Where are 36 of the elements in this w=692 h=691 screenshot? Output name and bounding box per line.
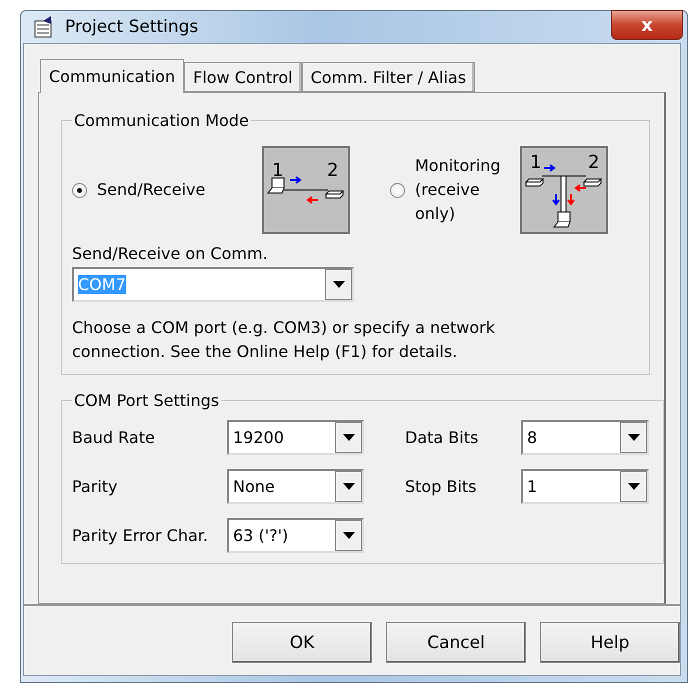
tab[interactable]: Comm. Filter / Alias [302, 62, 476, 92]
setting-dropdown[interactable]: 63 ('?') [227, 518, 364, 553]
dialog-button[interactable]: Help [540, 622, 680, 663]
setting-dropdown[interactable]: None [227, 469, 364, 504]
setting-dropdown[interactable]: 19200 [227, 420, 364, 455]
port-number: 1 [272, 160, 284, 181]
dropdown-arrow-icon [332, 281, 344, 288]
tab[interactable]: Flow Control [184, 62, 302, 92]
radio-label: Send/Receive [97, 179, 206, 201]
port-number: 2 [588, 152, 600, 173]
field-label: Send/Receive on Comm. [72, 244, 269, 263]
group-title: Communication Mode [73, 111, 250, 130]
close-button[interactable]: x [611, 10, 683, 40]
port-number: 1 [530, 152, 542, 173]
dropdown-arrow-icon [628, 483, 640, 490]
dropdown-arrow-icon [342, 532, 354, 539]
dialog-button[interactable]: Cancel [386, 622, 526, 663]
dropdown-arrow-icon [342, 483, 354, 490]
dropdown-arrow-icon [342, 434, 354, 441]
window-title: Project Settings [65, 17, 198, 37]
field-label: Parity [72, 477, 118, 496]
field-label: Parity Error Char. [72, 526, 209, 545]
field-label: Baud Rate [72, 428, 156, 447]
dropdown-arrow-icon [628, 434, 640, 441]
setting-dropdown[interactable]: 1 [521, 469, 649, 504]
port-number: 2 [327, 160, 338, 181]
setting-dropdown[interactable]: 8 [521, 420, 649, 455]
tab[interactable]: Communication [40, 59, 184, 93]
field-label: Stop Bits [405, 477, 478, 496]
field-label: Data Bits [405, 428, 480, 447]
help-text: Choose a COM port (e.g. COM3) or specify a network connection. See the Online Help (F1) for details. [72, 317, 496, 363]
group-title: COM Port Settings [73, 391, 220, 410]
radio-button[interactable] [390, 182, 405, 198]
radio-label: Monitoring (receive only) [415, 155, 502, 225]
radio-button[interactable] [72, 182, 87, 198]
dialog-button[interactable]: OK [232, 622, 372, 663]
